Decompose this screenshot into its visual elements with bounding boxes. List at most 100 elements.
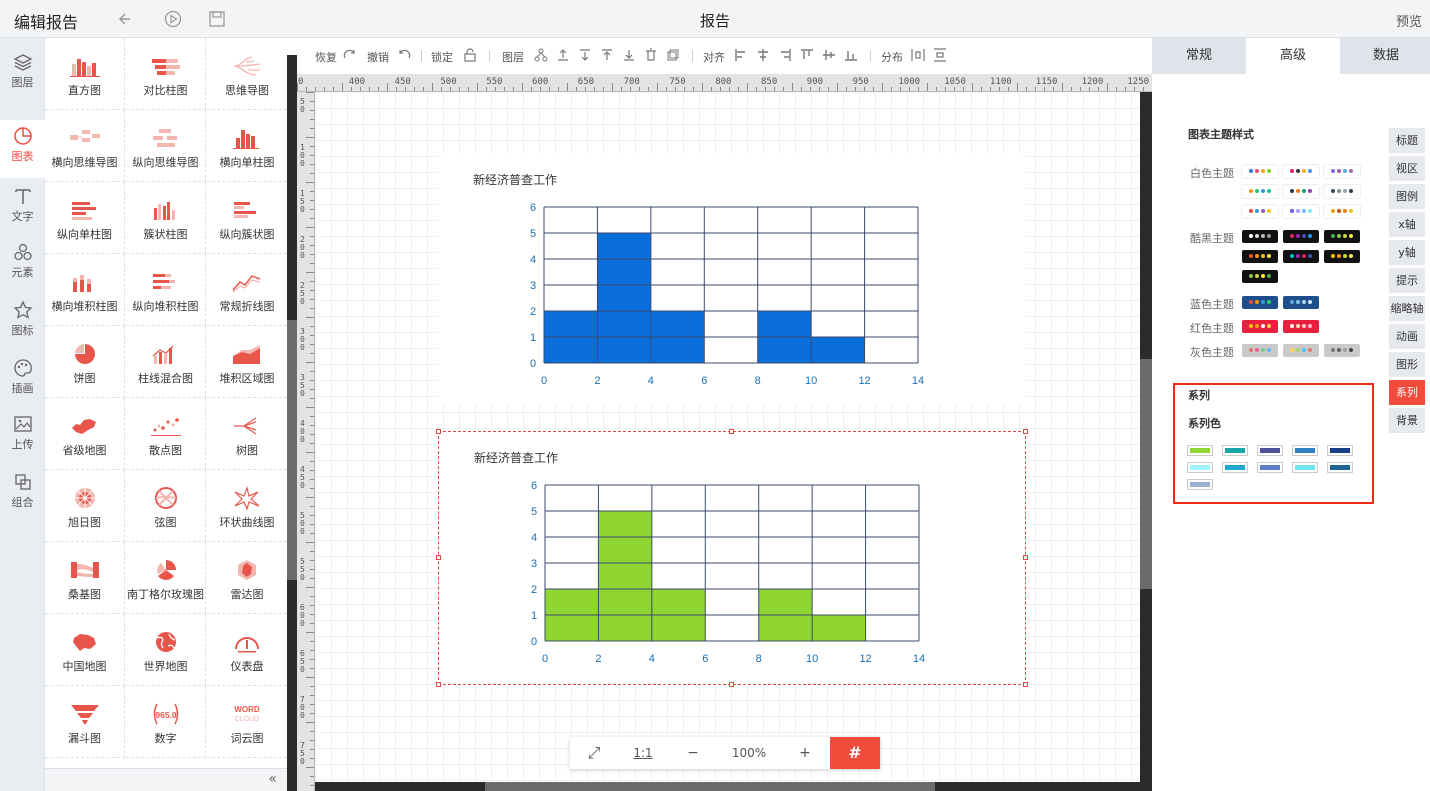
chart-type-item[interactable]: 旭日图	[45, 470, 125, 542]
chart-type-item[interactable]: 纵向单柱图	[45, 182, 125, 254]
nav-layers[interactable]: 图层	[0, 46, 45, 96]
series-color-swatch[interactable]	[1292, 445, 1318, 456]
chart-type-item[interactable]: 纵向思维导图	[126, 110, 206, 182]
scrollbar-thumb[interactable]	[1140, 359, 1152, 589]
chart-type-item[interactable]: 环状曲线图	[207, 470, 287, 542]
report-canvas[interactable]: 新经济普查工作 0 1 2 3 4 5 6 0 2 4 6 8 10 12 14 新经济普查工作 01234…	[315, 92, 1140, 782]
chart-type-item[interactable]: 堆积区域图	[207, 326, 287, 398]
chart-type-item[interactable]: 横向单柱图	[207, 110, 287, 182]
chart-type-item[interactable]: 漏斗图	[45, 686, 125, 758]
chart-type-item[interactable]: 簇状柱图	[126, 182, 206, 254]
series-color-swatch[interactable]	[1257, 445, 1283, 456]
tab-advanced[interactable]: 高级	[1246, 38, 1340, 74]
side-tab[interactable]: 背景	[1389, 408, 1425, 433]
nav-group[interactable]: 组合	[0, 466, 45, 516]
actual-size-button[interactable]: 1:1	[618, 737, 668, 769]
theme-swatch[interactable]	[1242, 320, 1278, 333]
theme-swatch[interactable]	[1283, 205, 1319, 218]
chart-type-item[interactable]: 南丁格尔玫瑰图	[126, 542, 206, 614]
side-tab[interactable]: 系列	[1389, 380, 1425, 405]
resize-handle-sw[interactable]	[436, 682, 441, 687]
undo-arrow-icon[interactable]	[397, 48, 411, 62]
side-tab[interactable]: 动画	[1389, 324, 1425, 349]
align-right-icon[interactable]	[778, 48, 792, 62]
theme-swatch[interactable]	[1283, 230, 1319, 243]
nav-charts[interactable]: 图表	[0, 120, 45, 178]
nav-upload[interactable]: 上传	[0, 408, 45, 458]
side-tab[interactable]: 提示	[1389, 268, 1425, 293]
chart-type-item[interactable]: 省级地图	[45, 398, 125, 470]
theme-swatch[interactable]	[1242, 344, 1278, 357]
resize-handle-e[interactable]	[1023, 555, 1028, 560]
theme-swatch[interactable]	[1324, 230, 1360, 243]
grid-toggle-button[interactable]: #	[830, 737, 880, 769]
nav-text[interactable]: 文字	[0, 180, 45, 230]
chart-type-item[interactable]: 直方图	[45, 38, 125, 110]
theme-swatch[interactable]	[1283, 250, 1319, 263]
tab-data[interactable]: 数据	[1342, 38, 1430, 74]
chart-type-item[interactable]: 横向思维导图	[45, 110, 125, 182]
distribute-v-icon[interactable]	[933, 48, 947, 62]
side-tab[interactable]: 缩略轴	[1389, 296, 1425, 321]
resize-handle-nw[interactable]	[436, 429, 441, 434]
align-center-h-icon[interactable]	[756, 48, 770, 62]
chart-type-item[interactable]: 965.0 数字	[126, 686, 206, 758]
copy-icon[interactable]	[666, 48, 680, 62]
theme-swatch[interactable]	[1242, 165, 1278, 178]
align-button[interactable]: 对齐	[703, 49, 725, 65]
chart-type-item[interactable]: 弦图	[126, 470, 206, 542]
resize-handle-ne[interactable]	[1023, 429, 1028, 434]
chart-widget-blue[interactable]: 新经济普查工作 0 1 2 3 4 5 6 0 2 4 6 8 10 12 14	[438, 154, 1026, 404]
chart-type-item[interactable]: 横向堆积柱图	[45, 254, 125, 326]
theme-swatch[interactable]	[1324, 185, 1360, 198]
nav-icons[interactable]: 图标	[0, 294, 45, 344]
series-color-swatch[interactable]	[1187, 462, 1213, 473]
chart-type-item[interactable]: 纵向堆积柱图	[126, 254, 206, 326]
side-tab[interactable]: 标题	[1389, 128, 1425, 153]
chart-grid-scrollbar[interactable]	[287, 55, 297, 791]
series-color-swatch[interactable]	[1327, 462, 1353, 473]
undo-icon[interactable]	[118, 10, 136, 28]
side-tab[interactable]: 图形	[1389, 352, 1425, 377]
undo-button[interactable]: 撤销	[367, 49, 389, 65]
canvas-vertical-scrollbar[interactable]	[1140, 92, 1152, 791]
series-color-swatch[interactable]	[1187, 445, 1213, 456]
chart-type-item[interactable]: 树图	[207, 398, 287, 470]
double-chevron-left-icon[interactable]: «	[268, 771, 277, 787]
chart-type-item[interactable]: 思维导图	[207, 38, 287, 110]
scrollbar-thumb[interactable]	[485, 782, 935, 791]
theme-swatch[interactable]	[1242, 205, 1278, 218]
align-middle-icon[interactable]	[822, 48, 836, 62]
theme-swatch[interactable]	[1283, 165, 1319, 178]
theme-swatch[interactable]	[1283, 320, 1319, 333]
resize-handle-n[interactable]	[729, 429, 734, 434]
resize-handle-w[interactable]	[436, 555, 441, 560]
chart-type-item[interactable]: 对比柱图	[126, 38, 206, 110]
theme-swatch[interactable]	[1283, 344, 1319, 357]
lock-icon[interactable]	[463, 48, 477, 62]
theme-swatch[interactable]	[1242, 185, 1278, 198]
theme-swatch[interactable]	[1242, 270, 1278, 283]
theme-swatch[interactable]	[1324, 165, 1360, 178]
align-bottom-icon[interactable]	[844, 48, 858, 62]
send-down-icon[interactable]	[578, 48, 592, 62]
resize-handle-s[interactable]	[729, 682, 734, 687]
scrollbar-thumb[interactable]	[287, 320, 297, 580]
theme-swatch[interactable]	[1242, 250, 1278, 263]
align-top-icon[interactable]	[800, 48, 814, 62]
series-color-swatch[interactable]	[1187, 479, 1213, 490]
theme-swatch[interactable]	[1324, 250, 1360, 263]
align-left-icon[interactable]	[734, 48, 748, 62]
chart-type-item[interactable]: 柱线混合图	[126, 326, 206, 398]
nav-illustrations[interactable]: 插画	[0, 352, 45, 402]
send-bottom-icon[interactable]	[622, 48, 636, 62]
zoom-out-button[interactable]: −	[668, 737, 718, 769]
nav-elements[interactable]: 元素	[0, 236, 45, 286]
zoom-in-button[interactable]: +	[780, 737, 830, 769]
side-tab[interactable]: 图例	[1389, 184, 1425, 209]
fit-screen-button[interactable]: ⤢	[570, 737, 618, 769]
side-tab[interactable]: y轴	[1389, 240, 1425, 265]
chart-type-item[interactable]: 雷达图	[207, 542, 287, 614]
redo-icon[interactable]	[343, 48, 357, 62]
chart-type-item[interactable]: 散点图	[126, 398, 206, 470]
